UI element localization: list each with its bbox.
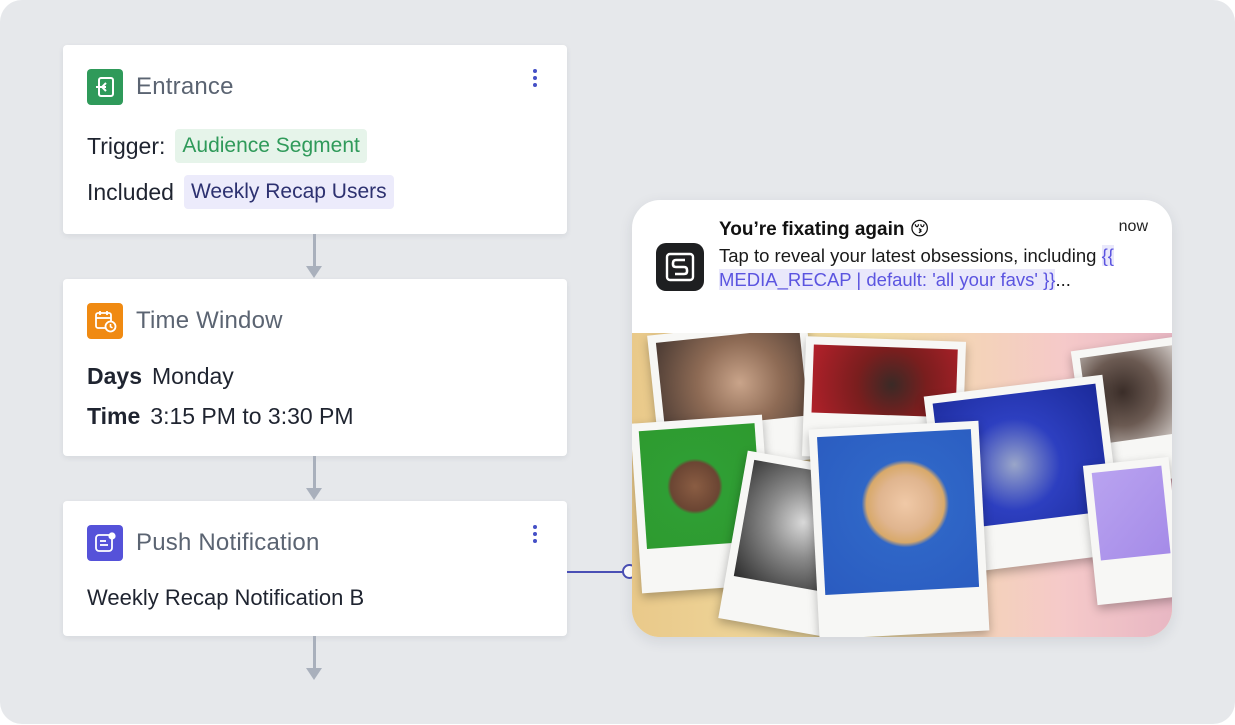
days-row: Days Monday <box>87 363 234 390</box>
notification-time: now <box>1118 218 1148 235</box>
polaroid-photo <box>808 420 990 637</box>
notification-title: You’re fixating again 😚 <box>719 219 930 240</box>
time-row: Time 3:15 PM to 3:30 PM <box>87 403 354 430</box>
entrance-title: Entrance <box>136 73 234 100</box>
notification-body: Tap to reveal your latest obsessions, in… <box>719 244 1119 291</box>
arrow-down-icon <box>306 488 322 500</box>
push-name: Weekly Recap Notification B <box>87 585 365 610</box>
time-window-step-card[interactable]: Time Window Days Monday Time 3:15 PM to … <box>63 279 567 456</box>
entrance-header: Entrance <box>87 69 234 105</box>
trigger-row: Trigger: Audience Segment <box>87 129 367 163</box>
time-value: 3:15 PM to 3:30 PM <box>150 403 354 429</box>
entrance-step-card[interactable]: Entrance Trigger: Audience Segment Inclu… <box>63 45 567 234</box>
push-title: Push Notification <box>136 529 320 556</box>
entrance-more-menu-icon[interactable] <box>525 67 545 89</box>
preview-link-line <box>567 571 625 573</box>
push-more-menu-icon[interactable] <box>525 523 545 545</box>
connector-line <box>313 636 316 669</box>
push-notification-step-card[interactable]: Push Notification Weekly Recap Notificat… <box>63 501 567 636</box>
time-window-header: Time Window <box>87 303 283 339</box>
included-row: Included Weekly Recap Users <box>87 175 394 209</box>
enter-icon <box>87 69 123 105</box>
connector-line <box>313 234 316 267</box>
polaroid-photo <box>1082 456 1172 606</box>
included-label: Included <box>87 178 174 205</box>
notification-ellipsis: ... <box>1055 268 1071 290</box>
segment-badge[interactable]: Weekly Recap Users <box>183 175 394 209</box>
time-label: Time <box>87 403 141 429</box>
push-header: Push Notification <box>87 525 320 561</box>
days-label: Days <box>87 363 142 389</box>
calendar-clock-icon <box>87 303 123 339</box>
notification-body-text: Tap to reveal your latest obsessions, in… <box>719 245 1102 266</box>
time-window-title: Time Window <box>136 307 283 334</box>
days-value: Monday <box>151 363 234 389</box>
connector-line <box>313 456 316 489</box>
notification-icon <box>87 525 123 561</box>
flow-canvas: Entrance Trigger: Audience Segment Inclu… <box>0 0 1235 724</box>
notification-image <box>632 333 1172 637</box>
app-logo-icon <box>656 243 704 291</box>
arrow-down-icon <box>306 266 322 278</box>
notification-preview[interactable]: You’re fixating again 😚 now Tap to revea… <box>632 200 1172 637</box>
trigger-badge[interactable]: Audience Segment <box>175 129 367 163</box>
trigger-label: Trigger: <box>87 132 166 159</box>
arrow-down-icon <box>306 668 322 680</box>
